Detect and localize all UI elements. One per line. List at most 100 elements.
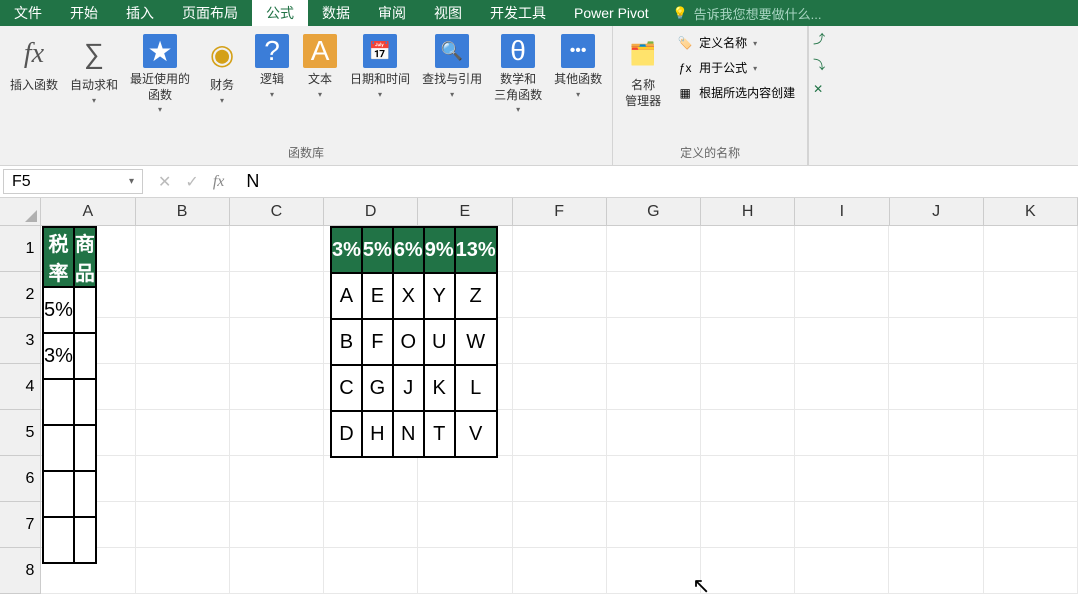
- row-header-3[interactable]: 3: [0, 318, 41, 364]
- col-header-J[interactable]: J: [890, 198, 984, 226]
- cell-F2[interactable]: [513, 272, 607, 318]
- table1-cell[interactable]: [74, 287, 96, 333]
- cell-G2[interactable]: [607, 272, 701, 318]
- cell-B5[interactable]: [136, 410, 230, 456]
- table2-cell[interactable]: C: [331, 365, 362, 411]
- tab-formulas[interactable]: 公式: [252, 0, 308, 26]
- table2-cell[interactable]: W: [455, 319, 497, 365]
- cell-B2[interactable]: [136, 272, 230, 318]
- col-header-G[interactable]: G: [607, 198, 701, 226]
- cell-C7[interactable]: [230, 502, 324, 548]
- cell-B3[interactable]: [136, 318, 230, 364]
- table1-cell[interactable]: [74, 333, 96, 379]
- row-header-1[interactable]: 1: [0, 226, 41, 272]
- cell-I3[interactable]: [795, 318, 889, 364]
- table1-cell[interactable]: [43, 517, 74, 563]
- table1-cell[interactable]: [74, 425, 96, 471]
- table2-cell[interactable]: G: [362, 365, 393, 411]
- table1-cell[interactable]: 3%: [43, 333, 74, 379]
- text-button[interactable]: A 文本 ▾: [296, 30, 344, 103]
- cell-D6[interactable]: [324, 456, 418, 502]
- name-box[interactable]: F5 ▾: [3, 169, 143, 194]
- cell-C3[interactable]: [230, 318, 324, 364]
- tab-powerpivot[interactable]: Power Pivot: [560, 0, 663, 26]
- cell-C5[interactable]: [230, 410, 324, 456]
- table2-cell[interactable]: N: [393, 411, 424, 457]
- table2-cell[interactable]: K: [424, 365, 455, 411]
- table2-header[interactable]: 3%: [331, 227, 362, 273]
- table1-cell[interactable]: [74, 471, 96, 517]
- insert-function-button[interactable]: fx 插入函数: [4, 30, 64, 98]
- select-all-button[interactable]: [0, 198, 41, 226]
- table2-cell[interactable]: B: [331, 319, 362, 365]
- table2-cell[interactable]: H: [362, 411, 393, 457]
- tab-home[interactable]: 开始: [56, 0, 112, 26]
- row-header-4[interactable]: 4: [0, 364, 41, 410]
- cell-K8[interactable]: [984, 548, 1078, 594]
- table2-cell[interactable]: J: [393, 365, 424, 411]
- cell-I1[interactable]: [795, 226, 889, 272]
- use-in-formula-button[interactable]: ƒx 用于公式 ▾: [673, 57, 799, 78]
- autosum-button[interactable]: ∑ 自动求和 ▾: [64, 30, 124, 109]
- cancel-icon[interactable]: ✕: [158, 172, 171, 192]
- table2-cell[interactable]: U: [424, 319, 455, 365]
- define-name-button[interactable]: 🏷️ 定义名称 ▾: [673, 32, 799, 53]
- cell-F1[interactable]: [513, 226, 607, 272]
- cell-G4[interactable]: [607, 364, 701, 410]
- cell-G7[interactable]: [607, 502, 701, 548]
- table2-cell[interactable]: L: [455, 365, 497, 411]
- cell-H2[interactable]: [701, 272, 795, 318]
- cell-G8[interactable]: [607, 548, 701, 594]
- table2-header[interactable]: 9%: [424, 227, 455, 273]
- cell-F5[interactable]: [513, 410, 607, 456]
- table2-cell[interactable]: E: [362, 273, 393, 319]
- cell-J7[interactable]: [889, 502, 983, 548]
- cell-G3[interactable]: [607, 318, 701, 364]
- cell-E6[interactable]: [418, 456, 512, 502]
- col-header-E[interactable]: E: [418, 198, 512, 226]
- table1-header[interactable]: 税率: [43, 227, 74, 287]
- cell-I2[interactable]: [795, 272, 889, 318]
- cell-F8[interactable]: [513, 548, 607, 594]
- cell-I5[interactable]: [795, 410, 889, 456]
- row-header-7[interactable]: 7: [0, 502, 41, 548]
- row-header-8[interactable]: 8: [0, 548, 41, 594]
- table1-cell[interactable]: [43, 471, 74, 517]
- cell-E8[interactable]: [418, 548, 512, 594]
- cell-G1[interactable]: [607, 226, 701, 272]
- cell-C4[interactable]: [230, 364, 324, 410]
- table1-header[interactable]: 商品: [74, 227, 96, 287]
- cell-K5[interactable]: [984, 410, 1078, 456]
- cell-K1[interactable]: [984, 226, 1078, 272]
- table2-cell[interactable]: Y: [424, 273, 455, 319]
- cell-C6[interactable]: [230, 456, 324, 502]
- table2-header[interactable]: 6%: [393, 227, 424, 273]
- cell-G5[interactable]: [607, 410, 701, 456]
- enter-icon[interactable]: ✓: [185, 172, 198, 192]
- fx-icon[interactable]: fx: [213, 173, 225, 191]
- table2-header[interactable]: 5%: [362, 227, 393, 273]
- col-header-H[interactable]: H: [701, 198, 795, 226]
- col-header-I[interactable]: I: [795, 198, 889, 226]
- row-header-5[interactable]: 5: [0, 410, 41, 456]
- cell-F7[interactable]: [513, 502, 607, 548]
- cell-J4[interactable]: [889, 364, 983, 410]
- cell-J3[interactable]: [889, 318, 983, 364]
- cell-K3[interactable]: [984, 318, 1078, 364]
- recent-functions-button[interactable]: ★ 最近使用的 函数 ▾: [124, 30, 196, 118]
- row-header-2[interactable]: 2: [0, 272, 41, 318]
- table1-cell[interactable]: [43, 379, 74, 425]
- table1-cell[interactable]: [74, 379, 96, 425]
- table2-cell[interactable]: A: [331, 273, 362, 319]
- cell-B7[interactable]: [136, 502, 230, 548]
- logical-button[interactable]: ? 逻辑 ▾: [248, 30, 296, 103]
- cell-J1[interactable]: [889, 226, 983, 272]
- table2-cell[interactable]: T: [424, 411, 455, 457]
- cell-I6[interactable]: [795, 456, 889, 502]
- table2-cell[interactable]: O: [393, 319, 424, 365]
- tab-view[interactable]: 视图: [420, 0, 476, 26]
- cell-B8[interactable]: [136, 548, 230, 594]
- cell-H5[interactable]: [701, 410, 795, 456]
- worksheet-grid[interactable]: ABCDEFGHIJK 12345678 税率商品 5%3% 3%5%6%9%1…: [0, 198, 1078, 611]
- remove-arrows-icon[interactable]: ✕: [813, 82, 831, 100]
